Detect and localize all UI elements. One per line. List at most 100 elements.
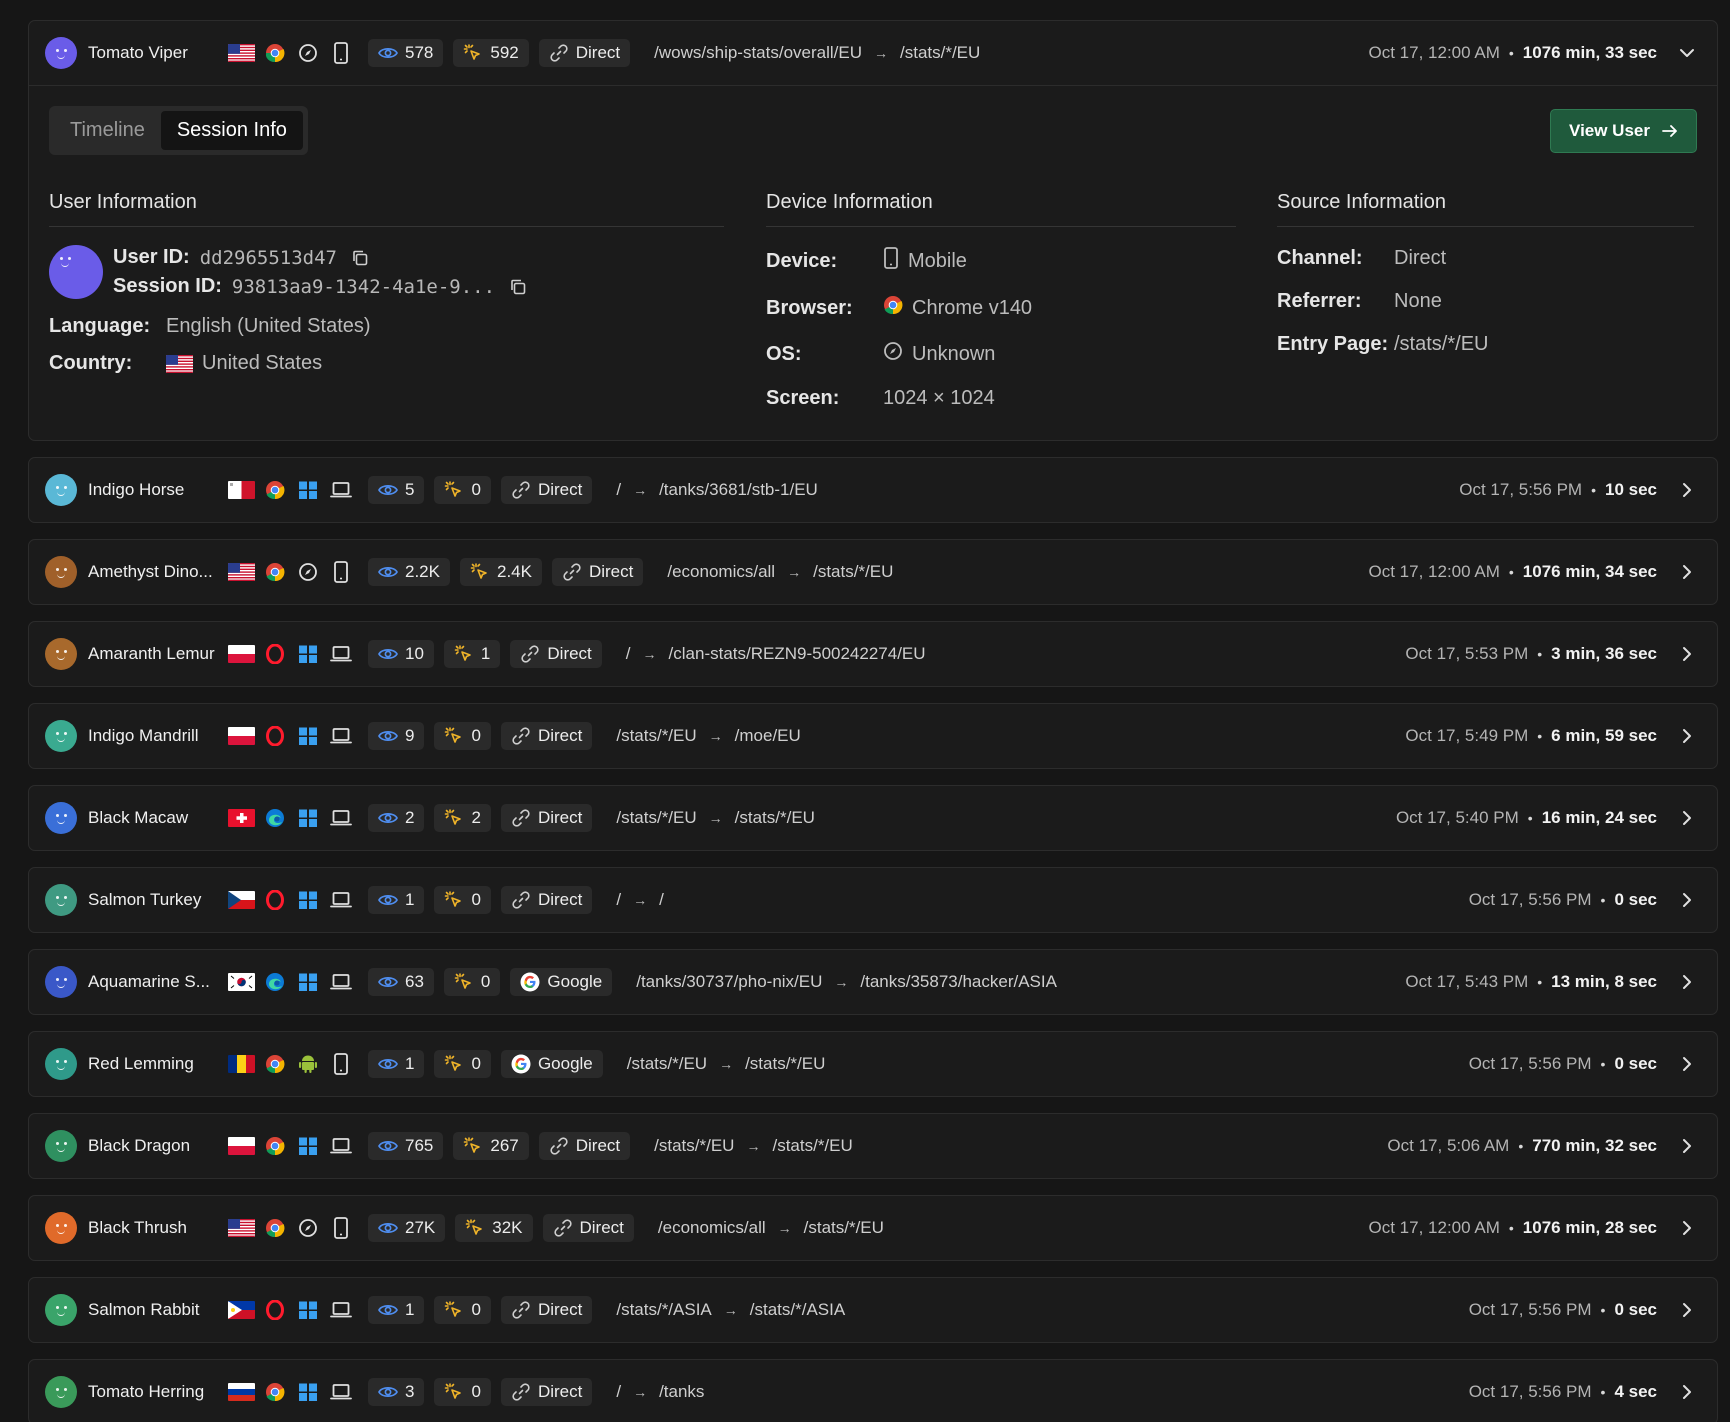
user-name: Indigo Mandrill (88, 726, 199, 745)
session-row[interactable]: Aquamarine S... 63 0 Google /tanks/30737… (29, 950, 1717, 1014)
language-value: English (United States) (166, 315, 371, 337)
session-time: Oct 17, 5:56 PM (1468, 1300, 1592, 1319)
laptop-icon (328, 1297, 354, 1323)
session-icons (228, 1297, 354, 1323)
chevron-right-icon[interactable] (1673, 892, 1701, 908)
chevron-right-icon[interactable] (1673, 974, 1701, 990)
session-card[interactable]: Black Dragon 765 267 Direct /stats/*/EU (28, 1113, 1718, 1179)
chevron-right-icon[interactable] (1673, 1302, 1701, 1318)
chrome-icon (262, 1051, 288, 1077)
session-icons (228, 641, 354, 667)
channel-label: Direct (579, 1218, 624, 1237)
chevron-right-icon[interactable] (1673, 646, 1701, 662)
session-row[interactable]: Tomato Herring 3 0 Direct / → /tanks Oct… (29, 1360, 1717, 1422)
views-count: 1 (405, 1300, 415, 1319)
chevron-right-icon[interactable] (1673, 1138, 1701, 1154)
views-count: 27K (405, 1218, 436, 1237)
opera-icon (262, 1297, 288, 1323)
exit-path: /stats/*/EU (772, 1136, 853, 1155)
views-count: 578 (405, 43, 434, 62)
chevron-right-icon[interactable] (1673, 810, 1701, 826)
session-row[interactable]: Black Dragon 765 267 Direct /stats/*/EU (29, 1114, 1717, 1178)
chevron-down-icon[interactable] (1673, 48, 1701, 58)
arrow-right-icon: → (708, 810, 723, 826)
entry-path: / (616, 890, 622, 909)
arrow-right-icon: → (719, 1056, 734, 1072)
events-count: 2 (471, 808, 481, 827)
us-flag-icon (228, 563, 255, 581)
avatar (45, 720, 77, 752)
session-duration: 6 min, 59 sec (1551, 726, 1657, 745)
channel-badge: Direct (542, 1214, 634, 1242)
eye-icon (378, 893, 398, 907)
session-time: Oct 17, 5:56 PM (1468, 1382, 1592, 1401)
tab-session-info[interactable]: Session Info (160, 111, 303, 150)
windows-os-icon (295, 477, 321, 503)
windows-os-icon (295, 1379, 321, 1405)
session-card[interactable]: Amethyst Dino... 2.2K 2.4K Direct /econo… (28, 539, 1718, 605)
events-count: 1 (480, 644, 491, 663)
session-card[interactable]: Black Thrush 27K 32K Direct /economics/a… (28, 1195, 1718, 1261)
views-count: 2.2K (405, 562, 440, 581)
session-row[interactable]: Black Macaw 2 2 Direct /stats/*/EU → /st… (29, 786, 1717, 850)
session-row[interactable]: Tomato Viper 578 592 Direct /wows/ship-s… (29, 21, 1717, 85)
session-timing: Oct 17, 5:56 PM • 10 sec (1459, 480, 1701, 500)
session-row[interactable]: Red Lemming 1 0 Google /stats/*/EU → /st… (29, 1032, 1717, 1096)
session-row[interactable]: Amethyst Dino... 2.2K 2.4K Direct /econo… (29, 540, 1717, 604)
channel-label: Direct (575, 43, 621, 62)
avatar (45, 884, 77, 916)
link-icon (511, 890, 531, 910)
chevron-right-icon[interactable] (1673, 1220, 1701, 1236)
entry-path: / (625, 644, 631, 663)
session-card[interactable]: Indigo Mandrill 9 0 Direct /stats/*/EU →… (28, 703, 1718, 769)
session-card[interactable]: Salmon Rabbit 1 0 Direct /stats/*/ASIA →… (28, 1277, 1718, 1343)
pointer-click-icon (444, 808, 464, 828)
session-icons (228, 887, 354, 913)
session-row[interactable]: Indigo Mandrill 9 0 Direct /stats/*/EU →… (29, 704, 1717, 768)
session-card[interactable]: Tomato Herring 3 0 Direct / → /tanks Oct… (28, 1359, 1718, 1422)
session-card[interactable]: Black Macaw 2 2 Direct /stats/*/EU → /st… (28, 785, 1718, 851)
session-card[interactable]: Red Lemming 1 0 Google /stats/*/EU → /st… (28, 1031, 1718, 1097)
session-row[interactable]: Salmon Rabbit 1 0 Direct /stats/*/ASIA →… (29, 1278, 1717, 1342)
session-timing: Oct 17, 5:56 PM • 0 sec (1469, 1054, 1701, 1074)
tab-timeline[interactable]: Timeline (54, 111, 161, 150)
session-timing: Oct 17, 5:56 PM • 0 sec (1469, 890, 1701, 910)
edge-icon (262, 969, 288, 995)
channel-badge: Direct (500, 722, 593, 750)
session-icons (228, 40, 354, 66)
source-info-title: Source Information (1277, 191, 1694, 227)
session-row[interactable]: Indigo Horse 5 0 Direct / → /tanks/3681/… (29, 458, 1717, 522)
pointer-click-icon (444, 480, 464, 500)
session-path: / → /clan-stats/REZN9-500242274/EU (626, 644, 926, 664)
browser-value: Chrome v140 (912, 296, 1033, 319)
copy-icon[interactable] (509, 278, 527, 296)
channel-badge: Direct (510, 640, 602, 668)
session-card[interactable]: Indigo Horse 5 0 Direct / → /tanks/3681/… (28, 457, 1718, 523)
separator-dot: • (1527, 810, 1533, 826)
chevron-right-icon[interactable] (1673, 482, 1701, 498)
channel-label: Direct (537, 808, 583, 827)
session-card[interactable]: Aquamarine S... 63 0 Google /tanks/30737… (28, 949, 1718, 1015)
view-user-button[interactable]: View User (1550, 108, 1697, 153)
channel-label: Direct (588, 562, 634, 581)
session-card[interactable]: Amaranth Lemur 10 1 Direct / → /clan-sta… (28, 621, 1718, 687)
session-row[interactable]: Salmon Turkey 1 0 Direct / → / Oct 17, 5… (29, 868, 1717, 932)
pl-flag-icon (228, 1137, 255, 1155)
chevron-right-icon[interactable] (1673, 1384, 1701, 1400)
separator-dot: • (1600, 1384, 1606, 1400)
pointer-click-icon (444, 726, 464, 746)
session-time: Oct 17, 5:56 PM (1468, 890, 1592, 909)
session-row[interactable]: Black Thrush 27K 32K Direct /economics/a… (29, 1196, 1717, 1260)
laptop-icon (328, 477, 354, 503)
chevron-right-icon[interactable] (1673, 1056, 1701, 1072)
arrow-right-icon: → (642, 646, 657, 662)
chrome-icon (262, 40, 288, 66)
entry-path: /stats/*/EU (626, 1054, 708, 1073)
chevron-right-icon[interactable] (1673, 728, 1701, 744)
session-row[interactable]: Amaranth Lemur 10 1 Direct / → /clan-sta… (29, 622, 1717, 686)
copy-icon[interactable] (351, 249, 369, 267)
unknown-os-icon (295, 559, 321, 585)
chevron-right-icon[interactable] (1673, 564, 1701, 580)
views-badge: 1 (368, 1296, 425, 1324)
session-card[interactable]: Salmon Turkey 1 0 Direct / → / Oct 17, 5… (28, 867, 1718, 933)
